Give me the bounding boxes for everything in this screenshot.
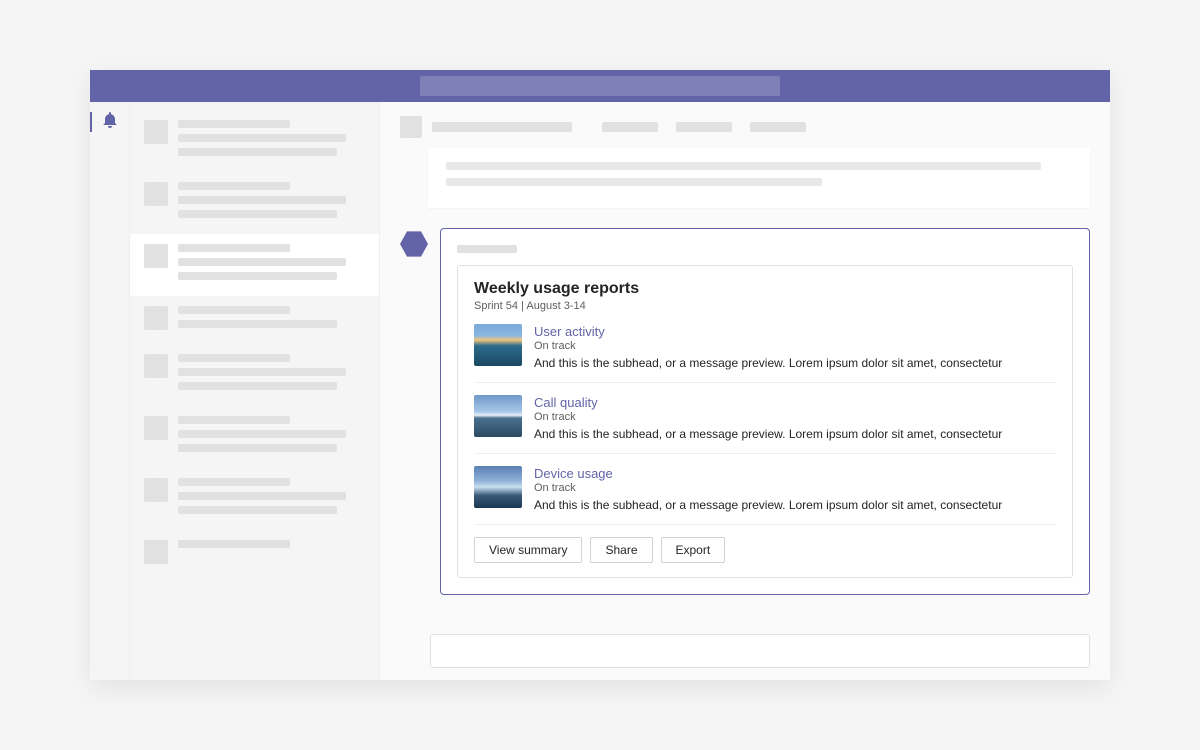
report-link[interactable]: Device usage xyxy=(534,466,1056,481)
avatar xyxy=(144,182,168,206)
bot-avatar xyxy=(400,230,428,258)
avatar xyxy=(144,478,168,502)
report-preview: And this is the subhead, or a message pr… xyxy=(534,498,1056,512)
report-row: Device usage On track And this is the su… xyxy=(474,454,1056,525)
search-input[interactable] xyxy=(420,76,780,96)
chat-tabs xyxy=(602,122,806,132)
message xyxy=(428,148,1090,208)
report-preview: And this is the subhead, or a message pr… xyxy=(534,356,1056,370)
avatar xyxy=(144,244,168,268)
chat-header xyxy=(400,112,1090,148)
adaptive-card: Weekly usage reports Sprint 54 | August … xyxy=(457,265,1073,578)
feed-item[interactable] xyxy=(130,172,379,234)
sender-name-placeholder xyxy=(457,245,517,253)
chat-avatar xyxy=(400,116,422,138)
report-thumbnail xyxy=(474,324,522,366)
avatar xyxy=(144,540,168,564)
report-preview: And this is the subhead, or a message pr… xyxy=(534,427,1056,441)
chat-pane: Weekly usage reports Sprint 54 | August … xyxy=(380,102,1110,680)
avatar xyxy=(144,306,168,330)
feed-item[interactable] xyxy=(130,406,379,468)
report-thumbnail xyxy=(474,395,522,437)
app-body: Weekly usage reports Sprint 54 | August … xyxy=(90,102,1110,680)
card-subtitle: Sprint 54 | August 3-14 xyxy=(474,300,1056,312)
report-status: On track xyxy=(534,482,1056,494)
card-title: Weekly usage reports xyxy=(474,280,1056,298)
feed-item[interactable] xyxy=(130,344,379,406)
card-actions: View summary Share Export xyxy=(474,537,1056,563)
report-row: User activity On track And this is the s… xyxy=(474,312,1056,383)
feed-item[interactable] xyxy=(130,296,379,344)
chat-title xyxy=(432,122,572,132)
avatar xyxy=(144,354,168,378)
report-status: On track xyxy=(534,340,1056,352)
report-link[interactable]: User activity xyxy=(534,324,1056,339)
tab[interactable] xyxy=(750,122,806,132)
report-thumbnail xyxy=(474,466,522,508)
titlebar xyxy=(90,70,1110,102)
share-button[interactable]: Share xyxy=(590,537,652,563)
app-rail xyxy=(90,102,130,680)
tab[interactable] xyxy=(602,122,658,132)
avatar xyxy=(144,120,168,144)
view-summary-button[interactable]: View summary xyxy=(474,537,582,563)
feed-item[interactable] xyxy=(130,234,379,296)
compose-box[interactable] xyxy=(430,634,1090,668)
hexagon-icon xyxy=(400,230,428,258)
card-message: Weekly usage reports Sprint 54 | August … xyxy=(400,228,1090,595)
rail-item-activity[interactable] xyxy=(90,106,130,138)
bell-icon xyxy=(102,112,118,133)
app-window: Weekly usage reports Sprint 54 | August … xyxy=(90,70,1110,680)
feed-item[interactable] xyxy=(130,468,379,530)
report-link[interactable]: Call quality xyxy=(534,395,1056,410)
report-row: Call quality On track And this is the su… xyxy=(474,383,1056,454)
activity-feed xyxy=(130,102,380,680)
feed-item[interactable] xyxy=(130,110,379,172)
tab[interactable] xyxy=(676,122,732,132)
export-button[interactable]: Export xyxy=(661,537,726,563)
avatar xyxy=(144,416,168,440)
feed-item[interactable] xyxy=(130,530,379,574)
report-status: On track xyxy=(534,411,1056,423)
